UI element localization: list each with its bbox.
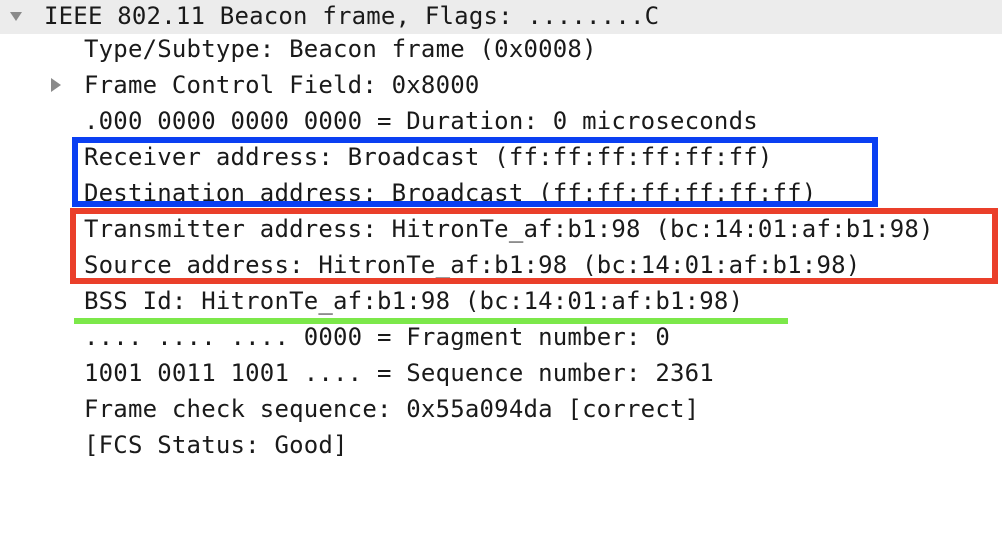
chevron-right-icon[interactable] (46, 67, 66, 103)
tree-row-frame-control-field[interactable]: Frame Control Field: 0x8000 (0, 67, 1002, 103)
tree-row-label: Receiver address: Broadcast (ff:ff:ff:ff… (84, 143, 773, 171)
tree-row-label: Destination address: Broadcast (ff:ff:ff… (84, 179, 817, 207)
tree-row-sequence-number[interactable]: 1001 0011 1001 .... = Sequence number: 2… (0, 355, 1002, 391)
tree-row-label: Source address: HitronTe_af:b1:98 (bc:14… (84, 251, 861, 279)
tree-row-label: BSS Id: HitronTe_af:b1:98 (bc:14:01:af:b… (84, 287, 744, 315)
tree-row-label: Type/Subtype: Beacon frame (0x0008) (84, 35, 597, 63)
tree-row-label: Transmitter address: HitronTe_af:b1:98 (… (84, 215, 934, 243)
tree-row-source-address[interactable]: Source address: HitronTe_af:b1:98 (bc:14… (0, 247, 1002, 283)
tree-row-receiver-address[interactable]: Receiver address: Broadcast (ff:ff:ff:ff… (0, 139, 1002, 175)
tree-row-ieee80211-header[interactable]: IEEE 802.11 Beacon frame, Flags: .......… (0, 0, 1002, 34)
packet-details-tree: IEEE 802.11 Beacon frame, Flags: .......… (0, 0, 1002, 462)
tree-row-destination-address[interactable]: Destination address: Broadcast (ff:ff:ff… (0, 175, 1002, 211)
tree-row-frame-check-sequence[interactable]: Frame check sequence: 0x55a094da [correc… (0, 391, 1002, 427)
tree-row-label: Frame Control Field: 0x8000 (84, 71, 480, 99)
tree-row-label: IEEE 802.11 Beacon frame, Flags: .......… (44, 2, 660, 30)
tree-row-transmitter-address[interactable]: Transmitter address: HitronTe_af:b1:98 (… (0, 211, 1002, 247)
tree-row-label: Frame check sequence: 0x55a094da [correc… (84, 395, 700, 423)
annotation-underline-green (74, 318, 788, 324)
tree-row-label: .000 0000 0000 0000 = Duration: 0 micros… (84, 107, 758, 135)
tree-row-label: .... .... .... 0000 = Fragment number: 0 (84, 323, 670, 351)
tree-row-label: [FCS Status: Good] (84, 431, 348, 459)
tree-row-type-subtype[interactable]: Type/Subtype: Beacon frame (0x0008) (0, 31, 1002, 67)
tree-row-label: 1001 0011 1001 .... = Sequence number: 2… (84, 359, 714, 387)
chevron-down-icon[interactable] (6, 0, 26, 34)
tree-row-duration[interactable]: .000 0000 0000 0000 = Duration: 0 micros… (0, 103, 1002, 139)
tree-row-bss-id[interactable]: BSS Id: HitronTe_af:b1:98 (bc:14:01:af:b… (0, 283, 1002, 319)
tree-row-fragment-number[interactable]: .... .... .... 0000 = Fragment number: 0 (0, 319, 1002, 355)
tree-row-fcs-status[interactable]: [FCS Status: Good] (0, 427, 1002, 463)
